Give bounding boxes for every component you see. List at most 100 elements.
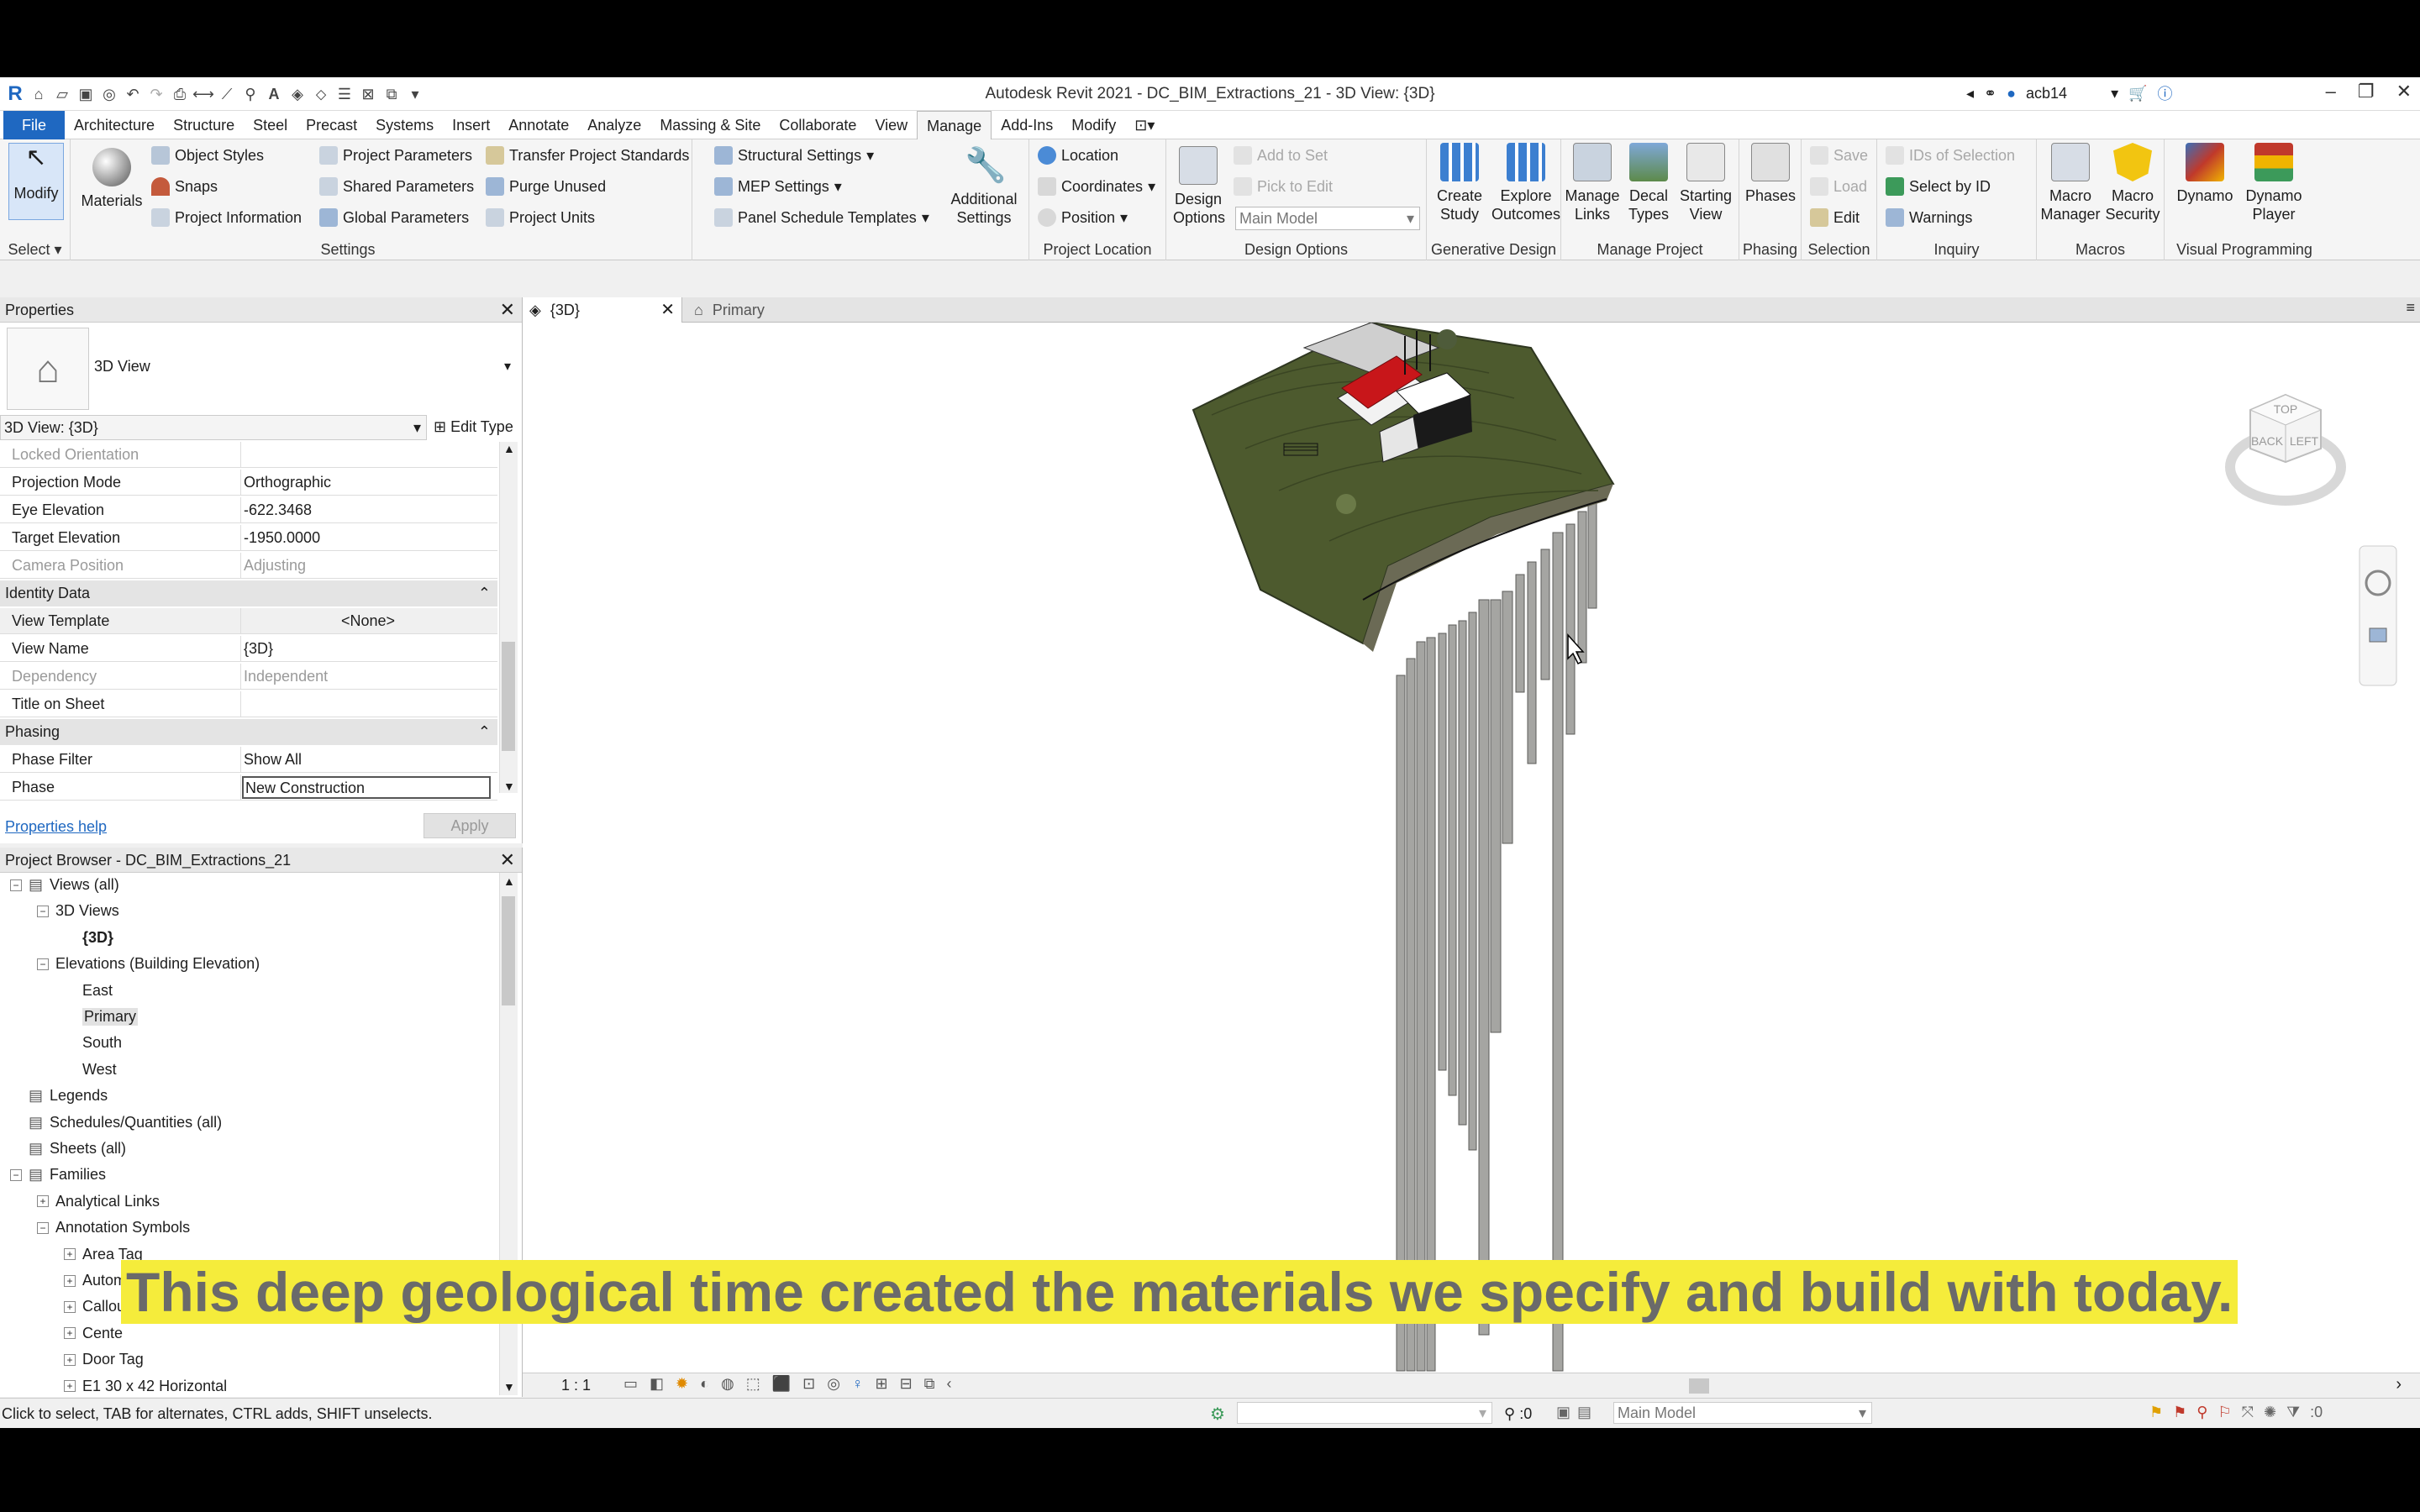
browser-item[interactable]: West xyxy=(64,1061,117,1079)
background-processes-icon[interactable]: ✺ xyxy=(2264,1404,2276,1421)
tab-view[interactable]: View xyxy=(865,111,917,139)
macro-manager-button[interactable]: Macro Manager xyxy=(2040,143,2101,223)
browser-item[interactable]: ▤ Legends xyxy=(10,1087,108,1105)
expand-icon[interactable]: + xyxy=(64,1380,76,1393)
tab-structure[interactable]: Structure xyxy=(164,111,244,139)
property-row[interactable]: Phase Filter Show All xyxy=(0,747,497,773)
3d-viewport[interactable]: TOP BACK LEFT xyxy=(523,323,2420,1373)
project-parameters-button[interactable]: Project Parameters xyxy=(319,146,472,165)
property-row[interactable]: Target Elevation -1950.0000 xyxy=(0,525,497,551)
tab-collaborate[interactable]: Collaborate xyxy=(770,111,865,139)
browser-item[interactable]: + Cente xyxy=(64,1325,123,1342)
visual-style-icon[interactable]: ◧ xyxy=(650,1375,664,1393)
structural-settings-button[interactable]: Structural Settings ▾ xyxy=(714,146,874,165)
instance-selector[interactable]: 3D View: {3D} ▾ xyxy=(0,415,427,440)
detail-level-icon[interactable]: ▭ xyxy=(623,1375,638,1393)
decal-types-button[interactable]: Decal Types xyxy=(1622,143,1676,223)
close-icon[interactable]: ✕ xyxy=(660,297,675,323)
project-units-button[interactable]: Project Units xyxy=(486,208,595,227)
tab-precast[interactable]: Precast xyxy=(297,111,366,139)
collapse-icon[interactable]: − xyxy=(10,879,22,891)
starting-view-button[interactable]: Starting View xyxy=(1676,143,1736,223)
browser-item[interactable]: + E1 30 x 42 Horizontal xyxy=(64,1378,227,1395)
cart-icon[interactable]: 🛒 xyxy=(2128,85,2147,102)
horizontal-scroll-thumb[interactable] xyxy=(1689,1378,1709,1394)
property-row[interactable]: View Template <None> xyxy=(0,608,497,634)
panel-schedule-templates-button[interactable]: Panel Schedule Templates ▾ xyxy=(714,208,929,227)
purge-unused-button[interactable]: Purge Unused xyxy=(486,177,606,196)
browser-item[interactable]: South xyxy=(64,1034,122,1052)
tab-add-ins[interactable]: Add-Ins xyxy=(992,111,1062,139)
view-tab-3d[interactable]: ◈ {3D} ✕ xyxy=(523,297,682,323)
property-row[interactable]: Projection Mode Orthographic xyxy=(0,470,497,496)
property-row[interactable]: Eye Elevation -622.3468 xyxy=(0,497,497,523)
browser-item[interactable]: ▤ Schedules/Quantities (all) xyxy=(10,1114,222,1131)
properties-help-link[interactable]: Properties help xyxy=(5,818,107,836)
tab-systems[interactable]: Systems xyxy=(366,111,443,139)
collapse-icon[interactable]: ⌃ xyxy=(478,719,491,745)
filter-icon[interactable]: ⧩ xyxy=(2286,1404,2300,1421)
binoculars-icon[interactable]: ⚭ xyxy=(1984,85,1996,102)
ids-of-selection-button[interactable]: IDs of Selection xyxy=(1886,146,2015,165)
browser-item[interactable]: ▤ Sheets (all) xyxy=(10,1140,126,1158)
chevron-down-icon[interactable]: ▾ xyxy=(2111,85,2118,102)
property-value[interactable]: {3D} xyxy=(244,640,273,658)
additional-settings-button[interactable]: 🔧 Additional Settings xyxy=(938,146,1030,227)
apply-button[interactable]: Apply xyxy=(424,813,516,838)
browser-item[interactable]: + Door Tag xyxy=(64,1351,144,1368)
worksharing-icon[interactable]: ⊞ xyxy=(875,1375,887,1393)
editable-only-icon[interactable]: ▣ xyxy=(1556,1404,1570,1421)
browser-item[interactable]: {3D} xyxy=(64,929,113,947)
shadows-icon[interactable]: ◐ xyxy=(700,1375,709,1393)
unlocked-3d-icon[interactable]: ⊡ xyxy=(802,1375,815,1393)
select-pinned-icon[interactable]: ⚲ xyxy=(2196,1404,2207,1421)
phases-button[interactable]: Phases xyxy=(1743,143,1798,205)
tab-manage[interactable]: Manage xyxy=(917,110,992,139)
design-options-button[interactable]: Design Options xyxy=(1173,146,1225,227)
property-value[interactable]: -1950.0000 xyxy=(244,529,320,547)
collapse-icon[interactable]: − xyxy=(37,905,49,917)
property-row[interactable]: Locked Orientation xyxy=(0,442,497,468)
browser-item[interactable]: −3D Views xyxy=(37,902,119,920)
warnings-button[interactable]: Warnings xyxy=(1886,208,1972,227)
expand-icon[interactable]: + xyxy=(64,1274,76,1287)
tab-menu-icon[interactable]: ≡ xyxy=(2406,299,2415,317)
collapse-icon[interactable]: − xyxy=(10,1168,22,1181)
browser-item[interactable]: + Analytical Links xyxy=(37,1193,160,1210)
transfer-standards-button[interactable]: Transfer Project Standards xyxy=(486,146,689,165)
property-value[interactable]: Show All xyxy=(244,751,302,769)
highlight-displacement-icon[interactable]: ⧉ xyxy=(924,1375,935,1393)
property-value[interactable]: -622.3468 xyxy=(244,501,312,519)
dynamo-button[interactable]: Dynamo xyxy=(2171,143,2238,205)
select-underlay-icon[interactable]: ⚑ xyxy=(2173,1404,2186,1421)
collapse-icon[interactable]: ⌃ xyxy=(478,580,491,606)
select-by-face-icon[interactable]: ⚐ xyxy=(2217,1404,2231,1421)
expand-icon[interactable]: + xyxy=(64,1300,76,1313)
position-button[interactable]: Position ▾ xyxy=(1038,208,1128,227)
project-information-button[interactable]: Project Information xyxy=(151,208,302,227)
property-row[interactable]: View Name {3D} xyxy=(0,636,497,662)
close-icon[interactable]: ✕ xyxy=(500,848,515,873)
tab-massing-site[interactable]: Massing & Site xyxy=(650,111,770,139)
browser-item[interactable]: East xyxy=(64,982,113,1000)
render-icon[interactable]: ◍ xyxy=(721,1375,734,1393)
collapse-icon[interactable]: − xyxy=(37,958,49,970)
object-styles-button[interactable]: Object Styles xyxy=(151,146,264,165)
browser-item[interactable]: + Callou xyxy=(64,1298,125,1315)
active-design-option-select[interactable]: Main Model ▾ xyxy=(1613,1402,1872,1424)
property-value[interactable]: Independent xyxy=(244,668,328,685)
property-value[interactable]: Orthographic xyxy=(244,474,331,491)
explore-outcomes-button[interactable]: Explore Outcomes xyxy=(1491,143,1561,223)
worksets-icon[interactable]: ⚙ xyxy=(1210,1404,1225,1425)
browser-item[interactable]: − Elevations (Building Elevation) xyxy=(37,955,260,973)
workset-select[interactable]: ▾ xyxy=(1237,1402,1492,1424)
location-button[interactable]: Location xyxy=(1038,146,1118,165)
global-parameters-button[interactable]: Global Parameters xyxy=(319,208,469,227)
expand-icon[interactable]: + xyxy=(64,1248,76,1261)
chevron-left-icon[interactable]: ◂ xyxy=(1966,85,1974,102)
property-group-header[interactable]: Phasing ⌃ xyxy=(0,719,497,745)
tab-steel[interactable]: Steel xyxy=(244,111,297,139)
contextual-tab-dropdown-icon[interactable]: ⊡▾ xyxy=(1125,111,1164,139)
tab-insert[interactable]: Insert xyxy=(443,111,499,139)
macro-security-button[interactable]: Macro Security xyxy=(2101,143,2165,223)
